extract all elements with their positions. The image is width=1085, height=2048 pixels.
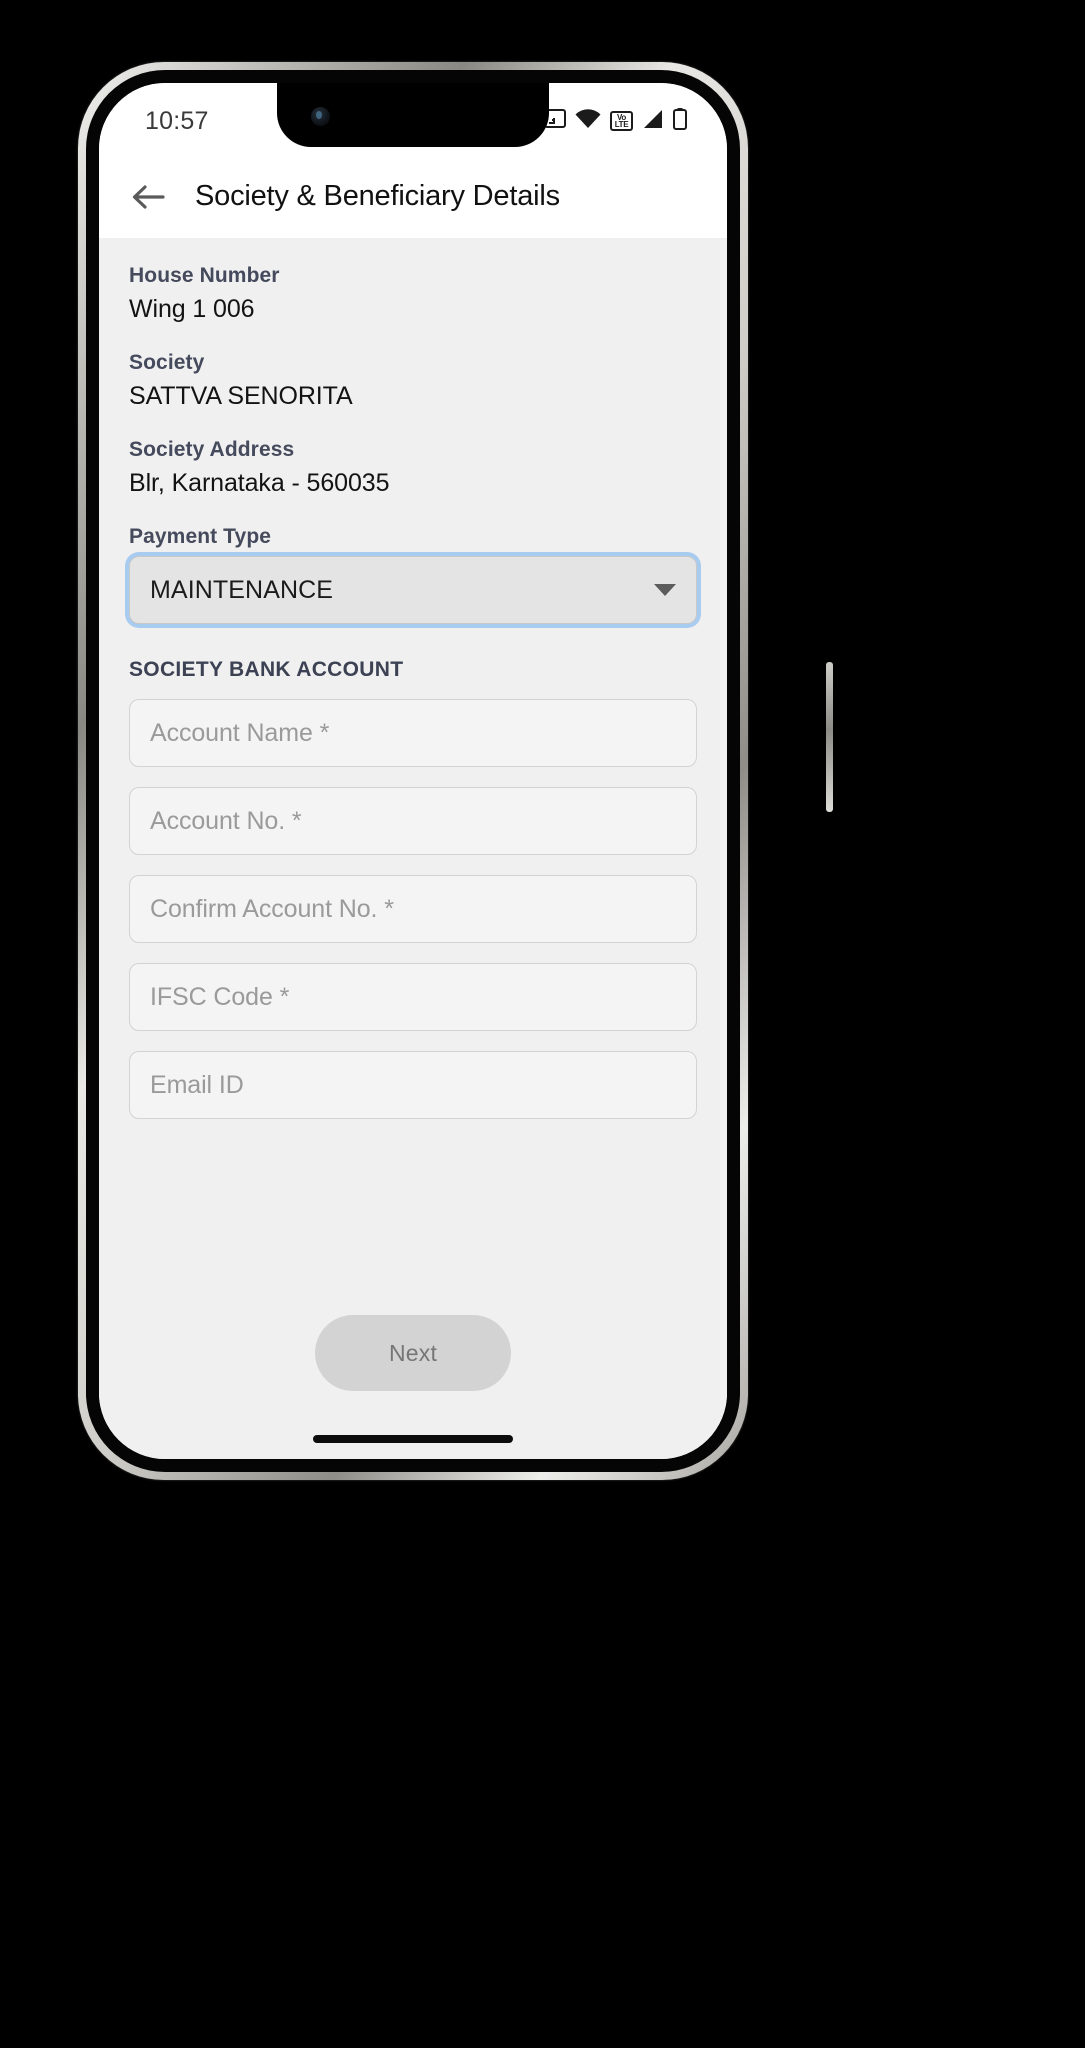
status-bar-icons: Vo LTE bbox=[544, 104, 687, 135]
bank-section-header: SOCIETY BANK ACCOUNT bbox=[129, 658, 404, 681]
battery-icon bbox=[673, 107, 687, 135]
front-camera-icon bbox=[311, 107, 330, 126]
power-button[interactable] bbox=[826, 662, 833, 812]
detail-value: Wing 1 006 bbox=[129, 295, 255, 323]
dynamic-island-notch bbox=[277, 83, 549, 147]
detail-society-address: Society Address Blr, Karnataka - 560035 bbox=[129, 438, 697, 498]
volte-icon: Vo LTE bbox=[610, 111, 633, 131]
detail-label: House Number bbox=[129, 264, 280, 287]
app-bar: Society & Beneficiary Details bbox=[99, 155, 727, 238]
chevron-down-icon bbox=[654, 584, 676, 596]
status-bar-clock: 10:57 bbox=[145, 106, 209, 135]
volte-label-bottom: LTE bbox=[614, 120, 629, 129]
page-title: Society & Beneficiary Details bbox=[195, 180, 560, 212]
input-placeholder: IFSC Code * bbox=[150, 982, 290, 1011]
back-button[interactable] bbox=[125, 174, 171, 220]
phone-frame: 10:57 Vo LTE Society & Beneficiary Detai… bbox=[78, 62, 833, 1480]
detail-label: Society Address bbox=[129, 438, 295, 461]
detail-society: Society SATTVA SENORITA bbox=[129, 351, 697, 411]
wifi-icon bbox=[575, 108, 601, 134]
cellular-signal-icon bbox=[642, 109, 664, 134]
phone-screen: 10:57 Vo LTE Society & Beneficiary Detai… bbox=[99, 83, 727, 1459]
home-indicator[interactable] bbox=[313, 1435, 513, 1443]
status-bar: 10:57 Vo LTE bbox=[99, 83, 727, 155]
input-placeholder: Email ID bbox=[150, 1070, 244, 1099]
payment-type-label: Payment Type bbox=[129, 525, 272, 548]
input-placeholder: Account No. * bbox=[150, 806, 302, 835]
next-button-label: Next bbox=[388, 1339, 438, 1366]
email-id-input[interactable]: Email ID bbox=[129, 1051, 697, 1119]
account-number-input[interactable]: Account No. * bbox=[129, 787, 697, 855]
phone-bezel: 10:57 Vo LTE Society & Beneficiary Detai… bbox=[86, 70, 740, 1472]
next-button[interactable]: Next bbox=[315, 1315, 511, 1391]
account-name-input[interactable]: Account Name * bbox=[129, 699, 697, 767]
detail-value: Blr, Karnataka - 560035 bbox=[129, 469, 390, 497]
detail-house-number: House Number Wing 1 006 bbox=[129, 264, 697, 324]
confirm-account-number-input[interactable]: Confirm Account No. * bbox=[129, 875, 697, 943]
main-content: House Number Wing 1 006 Society SATTVA S… bbox=[99, 238, 727, 1459]
input-placeholder: Account Name * bbox=[150, 718, 330, 747]
arrow-left-icon bbox=[132, 184, 165, 209]
detail-label: Society bbox=[129, 351, 205, 374]
detail-value: SATTVA SENORITA bbox=[129, 382, 353, 410]
payment-type-dropdown[interactable]: MAINTENANCE bbox=[129, 556, 697, 624]
ifsc-code-input[interactable]: IFSC Code * bbox=[129, 963, 697, 1031]
input-placeholder: Confirm Account No. * bbox=[150, 894, 394, 923]
payment-type-selected-value: MAINTENANCE bbox=[150, 575, 334, 604]
